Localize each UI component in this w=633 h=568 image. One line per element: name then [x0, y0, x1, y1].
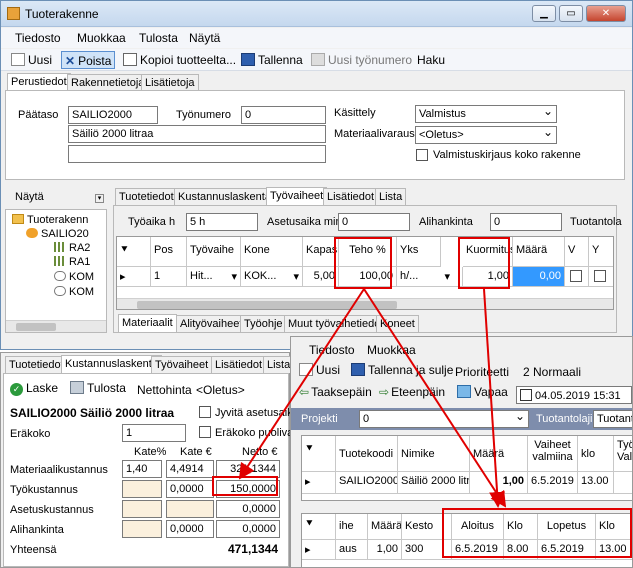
- arrow-teho-to-cost: [238, 288, 365, 480]
- arrow-kuormitus-to-schedule: [483, 288, 506, 508]
- arrow-teho-to-schedule: [363, 288, 507, 508]
- annotation-arrows: [238, 288, 507, 508]
